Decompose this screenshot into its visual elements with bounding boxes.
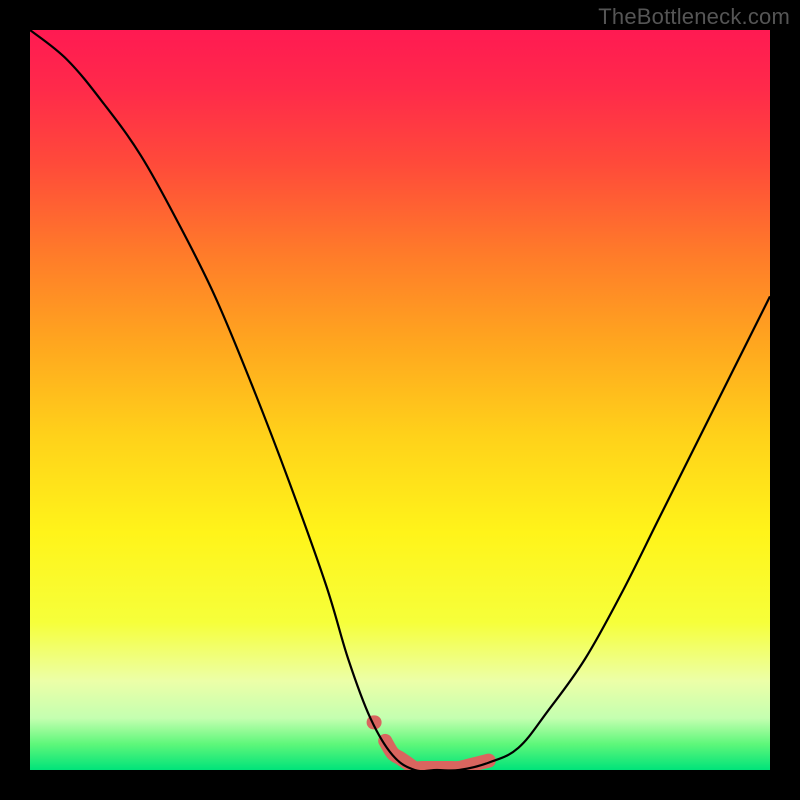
watermark-text: TheBottleneck.com bbox=[598, 4, 790, 30]
curve-layer bbox=[30, 30, 770, 770]
bottleneck-curve bbox=[30, 30, 770, 770]
plot-area bbox=[30, 30, 770, 770]
chart-frame: TheBottleneck.com bbox=[0, 0, 800, 800]
